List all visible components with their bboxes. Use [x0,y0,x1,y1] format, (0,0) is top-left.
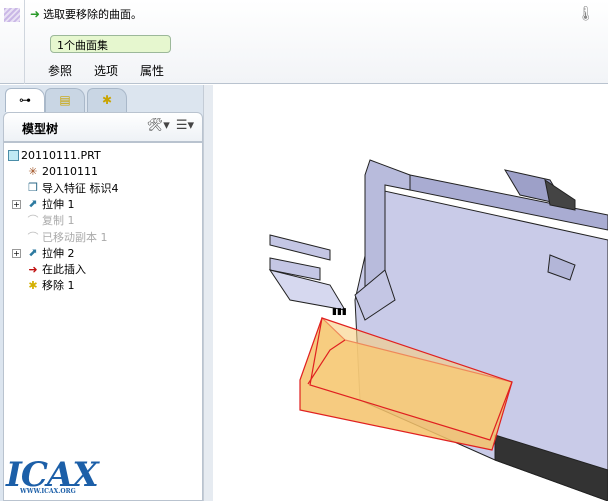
part-icon [8,149,19,161]
model-tree: 20110111.PRT ✳ 20110111 ❒ 导入特征 标识4 + ⬈ 拉伸 1 ⌒ 复制 … [3,142,203,501]
tree-item-label: 导入特征 标识4 [42,181,119,195]
surface-collector[interactable]: 1个曲面集 [50,35,171,53]
tab-favorites[interactable]: ✱ [87,88,127,112]
divider [24,0,25,84]
extrude-icon: ⬈ [28,246,38,260]
tree-item-label: 在此插入 [42,263,86,277]
tree-item-label: 已移动副本 1 [42,230,108,244]
tree-item-label: 复制 1 [42,214,75,228]
expand-toggle[interactable]: + [12,199,21,209]
model-3d-view: ▮▮▮ [268,159,608,502]
green-arrow-icon: ➜ [30,7,41,21]
pane-splitter[interactable] [203,85,213,501]
tree-item[interactable]: ⌒ 复制 1 [26,212,75,228]
prompt-text: 选取要移除的曲面。 [43,8,143,21]
tab-references[interactable]: 参照 [48,62,72,79]
csys-icon: ✳ [28,164,38,178]
tree-item-label: 拉伸 1 [42,197,75,211]
tree-title: 模型树 [22,122,59,136]
tree-item-label: 移除 1 [42,279,75,293]
tree-item[interactable]: ➜ 在此插入 [26,261,86,277]
moved-copy-icon: ⌒ [27,230,39,244]
thermometer-icon[interactable]: 🌡 [577,6,595,28]
feature-dashboard: ➜ 选取要移除的曲面。 1个曲面集 参照 选项 属性 🌡 [0,0,608,84]
settings-tools-icon[interactable]: 🛠▾ [147,118,170,133]
icax-logo: ICAX WWW.ICAX.ORG [6,455,99,495]
tree-item[interactable]: ⬈ 拉伸 1 [26,196,75,212]
tree-item-label: 20110111.PRT [21,148,101,162]
tab-model-tree[interactable]: ⊶ [5,88,45,112]
tree-item[interactable]: ⌒ 已移动副本 1 [26,229,108,245]
insert-here-arrow-icon: ➜ [28,262,38,276]
tab-options[interactable]: 选项 [94,62,118,79]
import-feature-icon: ❒ [28,181,38,195]
tree-item[interactable]: 20110111.PRT [8,147,101,163]
extrude-icon: ⬈ [28,197,38,211]
copy-icon: ⌒ [27,214,39,228]
tree-item[interactable]: ⬈ 拉伸 2 [26,245,75,261]
tab-layers[interactable]: ▤ [45,88,85,112]
remove-icon: ✱ [28,278,38,292]
navigator-pane: ⊶ ▤ ✱ 模型树 🛠▾ ☰▾ 20110111.PRT ✳ 20110111 ❒ 导入特… [0,85,213,501]
tree-item-label: 20110111 [42,164,98,178]
expand-toggle[interactable]: + [12,248,21,258]
tree-item-label: 拉伸 2 [42,246,75,260]
pick-cursor-icon: ▮▮▮ [332,307,347,317]
show-list-icon[interactable]: ☰▾ [176,118,194,133]
tab-properties[interactable]: 属性 [140,62,164,79]
remove-feature-icon [4,8,20,22]
message-prompt: ➜ 选取要移除的曲面。 [30,6,142,22]
graphics-viewport[interactable]: ▮▮▮ [213,85,608,502]
tree-header: 模型树 🛠▾ ☰▾ [3,112,203,142]
tree-item[interactable]: ✳ 20110111 [26,163,98,179]
tree-item[interactable]: ✱ 移除 1 [26,277,75,293]
tree-item[interactable]: ❒ 导入特征 标识4 [26,180,119,196]
